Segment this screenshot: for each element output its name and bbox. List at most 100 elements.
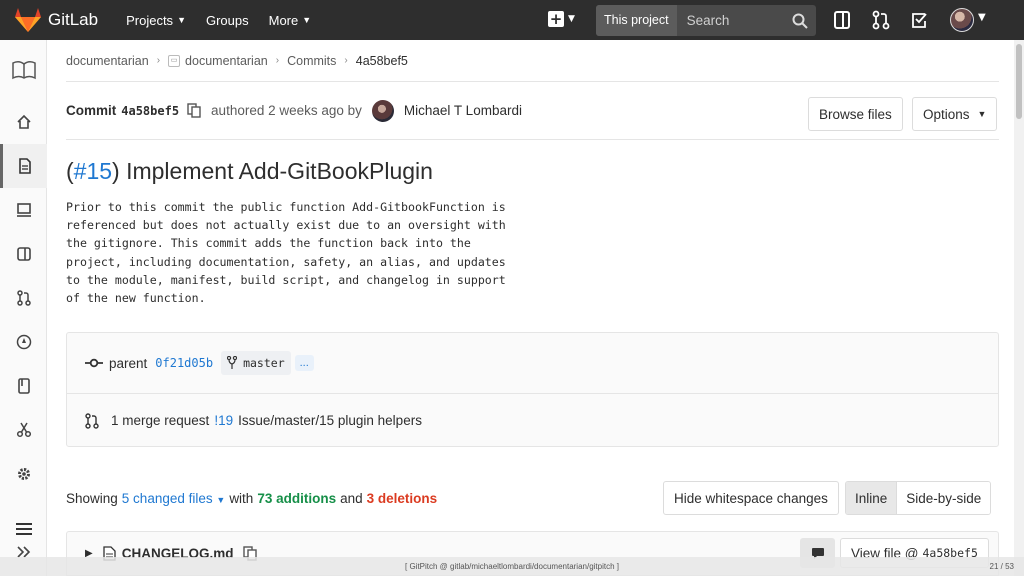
new-item-button[interactable]: + ▼ <box>548 11 575 27</box>
changed-files-dropdown[interactable]: 5 changed files ▼ <box>122 491 226 506</box>
options-label: Options <box>923 106 970 122</box>
sidebar-item-merge-requests[interactable] <box>0 276 47 320</box>
nav-groups[interactable]: Groups <box>206 13 249 28</box>
search-scope[interactable]: This project <box>596 5 677 36</box>
changes-bar: Showing 5 changed files ▼ with 73 additi… <box>66 481 999 515</box>
sidebar-item-project-avatar[interactable] <box>0 48 47 92</box>
branch-name: master <box>243 356 285 370</box>
commit-header: Commit 4a58bef5 authored 2 weeks ago by … <box>66 82 999 140</box>
sidebar-menu-toggle[interactable] <box>0 518 47 540</box>
browse-files-button[interactable]: Browse files <box>808 97 903 131</box>
author-avatar[interactable] <box>371 99 394 122</box>
chevron-right-icon: › <box>156 55 161 66</box>
hide-whitespace-button[interactable]: Hide whitespace changes <box>663 481 839 515</box>
commit-info-box: parent 0f21d05b master ... 1 merge reque <box>66 332 999 447</box>
merge-request-icon <box>85 412 99 429</box>
user-avatar[interactable] <box>950 8 974 32</box>
nav-projects[interactable]: Projects ▼ <box>126 13 186 28</box>
gitlab-tanuki-icon <box>15 8 41 32</box>
sidebar-item-registry[interactable] <box>0 188 47 232</box>
chevron-right-icon: › <box>275 55 280 66</box>
gitlab-logo[interactable]: GitLab <box>14 7 98 33</box>
chevron-right-icon: › <box>344 55 348 66</box>
main-content: documentarian › ▭ documentarian › Commit… <box>66 40 999 576</box>
diff-view-toggle: Inline Side-by-side <box>845 481 992 515</box>
hide-whitespace-label: Hide whitespace changes <box>674 490 828 506</box>
search-box[interactable]: This project Search <box>596 5 816 36</box>
author-name[interactable]: Michael T Lombardi <box>404 103 522 118</box>
nav-more[interactable]: More ▼ <box>269 13 312 28</box>
top-navbar: GitLab Projects ▼ Groups More ▼ + ▼ This… <box>0 0 1024 40</box>
breadcrumb-current[interactable]: 4a58bef5 <box>356 54 408 68</box>
presentation-footer: [ GitPitch @ gitlab/michaeltlombardi/doc… <box>0 557 1024 576</box>
sidebar-item-snippets[interactable] <box>0 408 47 452</box>
scrollbar-thumb[interactable] <box>1016 44 1022 119</box>
merge-request-row: 1 merge request !19 Issue/master/15 plug… <box>67 394 998 447</box>
commit-node-icon <box>85 358 103 368</box>
merge-request-count: 1 merge request <box>111 413 210 428</box>
footer-text: [ GitPitch @ gitlab/michaeltlombardi/doc… <box>405 562 619 571</box>
breadcrumb-commits[interactable]: Commits <box>287 54 336 68</box>
and-label: and <box>340 490 363 506</box>
sidebar-item-issues[interactable] <box>0 232 47 276</box>
parent-sha-link[interactable]: 0f21d05b <box>155 356 213 370</box>
changed-files-label: 5 changed files <box>121 490 213 506</box>
side-by-side-button[interactable]: Side-by-side <box>897 482 991 514</box>
gear-icon <box>17 468 30 480</box>
parent-row: parent 0f21d05b master ... <box>67 333 998 394</box>
title-text: ) Implement Add-GitBookPlugin <box>112 158 433 184</box>
options-dropdown[interactable]: Options ▼ <box>912 97 998 131</box>
breadcrumb-group[interactable]: documentarian <box>66 54 149 68</box>
inline-label: Inline <box>855 490 888 506</box>
monitor-icon <box>16 203 31 217</box>
document-icon <box>19 158 31 174</box>
merge-request-title: Issue/master/15 plugin helpers <box>238 413 422 428</box>
chevron-down-icon[interactable]: ▼ <box>978 12 986 23</box>
deletions-count: 3 deletions <box>366 490 438 506</box>
commit-description: Prior to this commit the public function… <box>66 200 506 306</box>
chevron-down-icon: ▼ <box>568 14 575 24</box>
merge-request-link[interactable]: !19 <box>214 413 233 428</box>
nav-more-label: More <box>268 12 299 28</box>
project-sidebar <box>0 40 47 576</box>
sidebar-item-wiki[interactable] <box>0 364 47 408</box>
project-icon: ▭ <box>168 54 181 67</box>
copy-icon[interactable] <box>187 103 201 118</box>
sidebar-item-settings[interactable] <box>0 452 47 496</box>
caret-down-icon: ▼ <box>216 494 226 505</box>
commit-label: Commit <box>66 103 117 118</box>
merge-request-icon <box>16 290 31 306</box>
nav-projects-label: Projects <box>126 12 174 28</box>
scrollbar-track[interactable] <box>1014 40 1024 576</box>
issue-link[interactable]: #15 <box>74 158 112 184</box>
page-number: 21 / 53 <box>989 562 1014 571</box>
sidebar-item-overview[interactable] <box>0 100 47 144</box>
brand-name: GitLab <box>48 10 99 29</box>
branch-icon <box>227 356 238 369</box>
merge-requests-icon[interactable] <box>872 10 890 30</box>
rocket-icon <box>16 334 31 350</box>
book-icon <box>11 60 36 80</box>
commit-title: (#15) Implement Add-GitBookPlugin <box>66 158 999 185</box>
todos-icon[interactable] <box>910 10 928 30</box>
breadcrumb-project[interactable]: documentarian <box>185 54 268 68</box>
issues-icon[interactable] <box>833 10 851 30</box>
additions-count: 73 additions <box>257 490 337 506</box>
issues-icon <box>16 247 31 261</box>
nav-groups-label: Groups <box>205 12 249 28</box>
chevron-down-icon: ▼ <box>177 15 186 25</box>
sidebar-item-repository[interactable] <box>0 144 47 188</box>
book-icon <box>17 378 30 394</box>
caret-down-icon: ▼ <box>977 109 987 119</box>
browse-files-label: Browse files <box>819 106 892 122</box>
branch-tag[interactable]: master <box>221 351 291 375</box>
inline-view-button[interactable]: Inline <box>846 482 898 514</box>
commit-sha: 4a58bef5 <box>121 103 180 118</box>
search-icon[interactable] <box>792 13 808 29</box>
sidebar-item-ci-cd[interactable] <box>0 320 47 364</box>
home-icon <box>16 114 31 129</box>
parent-label: parent <box>109 355 148 371</box>
more-branches-button[interactable]: ... <box>294 355 314 371</box>
authored-text: authored 2 weeks ago by <box>211 103 362 118</box>
search-input[interactable]: Search <box>687 13 792 28</box>
